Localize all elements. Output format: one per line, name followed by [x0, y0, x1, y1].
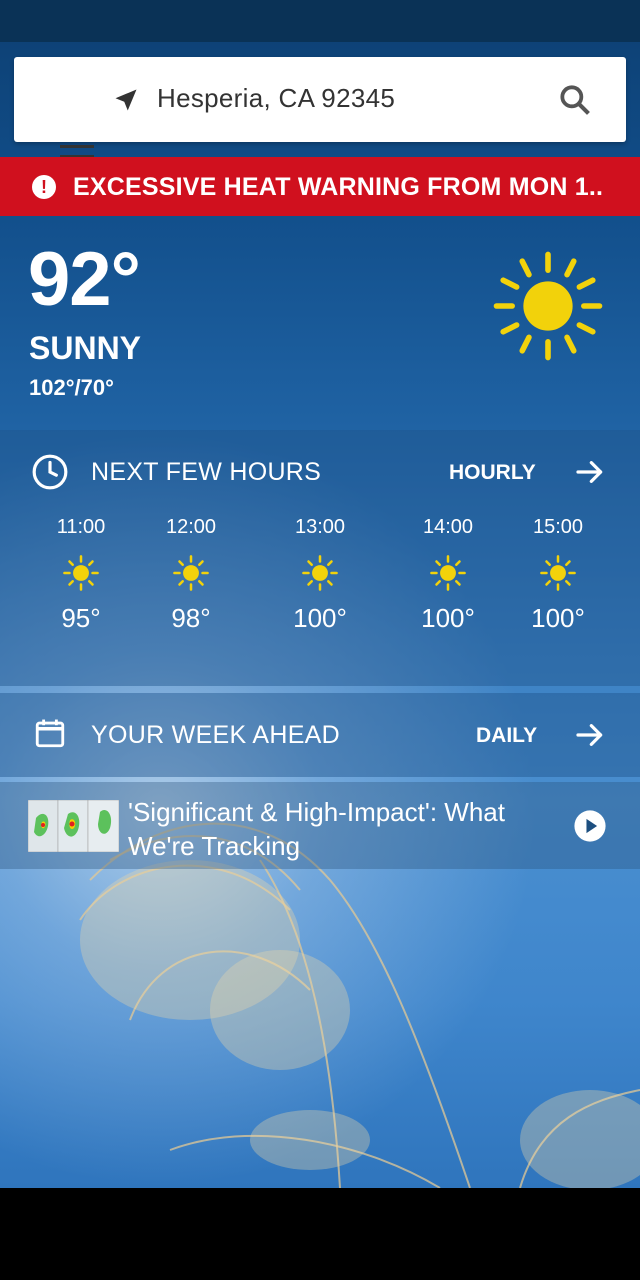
hour-temperature: 98°	[171, 603, 211, 633]
week-ahead-panel[interactable]: YOUR WEEK AHEAD DAILY	[0, 693, 640, 777]
current-condition: SUNNY	[29, 330, 142, 366]
sun-icon	[430, 555, 466, 591]
alert-exclamation-icon: !	[32, 175, 56, 199]
sun-icon	[302, 555, 338, 591]
weather-alert-banner[interactable]: ! EXCESSIVE HEAT WARNING FROM MON 1..	[0, 157, 640, 216]
status-bar	[0, 0, 640, 42]
arrow-right-icon[interactable]	[574, 719, 606, 751]
hour-forecast[interactable]: 14:00 100°	[398, 516, 498, 634]
hour-temperature: 95°	[61, 603, 101, 633]
hour-temperature: 100°	[531, 603, 585, 633]
news-headline[interactable]: 'Significant & High-Impact': What We're …	[128, 795, 558, 863]
background-grass-image	[79, 822, 640, 1188]
sun-icon	[493, 251, 603, 361]
hour-forecast[interactable]: 13:00 100°	[270, 516, 370, 634]
hour-time: 12:00	[165, 516, 217, 538]
news-video-card[interactable]: 'Significant & High-Impact': What We're …	[0, 782, 640, 869]
sun-icon	[173, 555, 209, 591]
location-text[interactable]: Hesperia, CA 92345	[157, 83, 395, 114]
hour-time: 15:00	[532, 516, 584, 538]
current-temperature: 92°	[28, 237, 141, 322]
calendar-icon	[35, 719, 65, 748]
arrow-right-icon[interactable]	[574, 456, 606, 488]
hour-forecast[interactable]: 12:00 98°	[141, 516, 241, 634]
sun-icon	[540, 555, 576, 591]
hour-time: 13:00	[294, 516, 346, 538]
location-search-bar[interactable]: Hesperia, CA 92345	[14, 57, 626, 168]
clock-icon	[32, 454, 68, 490]
location-arrow-icon	[115, 89, 137, 111]
week-section-title: YOUR WEEK AHEAD	[91, 721, 340, 749]
news-thumbnail-map	[28, 800, 119, 852]
high-low-temperature: 102°/70°	[29, 375, 114, 400]
hourly-forecast-panel: NEXT FEW HOURS HOURLY 11:00 95° 12:00 98…	[0, 430, 640, 686]
daily-link[interactable]: DAILY	[476, 724, 537, 748]
alert-text: EXCESSIVE HEAT WARNING FROM MON 1..	[73, 173, 604, 201]
play-icon[interactable]	[573, 809, 607, 843]
search-icon[interactable]	[556, 81, 594, 119]
hour-temperature: 100°	[293, 603, 347, 633]
hour-forecast[interactable]: 11:00 95°	[31, 516, 131, 634]
sun-icon	[63, 555, 99, 591]
hour-forecast[interactable]: 15:00 100°	[508, 516, 608, 634]
hour-time: 11:00	[56, 516, 106, 538]
hour-temperature: 100°	[421, 603, 475, 633]
navigation-bar	[0, 1188, 640, 1280]
hourly-section-title: NEXT FEW HOURS	[91, 458, 322, 486]
hour-time: 14:00	[422, 516, 474, 538]
hourly-link[interactable]: HOURLY	[449, 461, 536, 485]
